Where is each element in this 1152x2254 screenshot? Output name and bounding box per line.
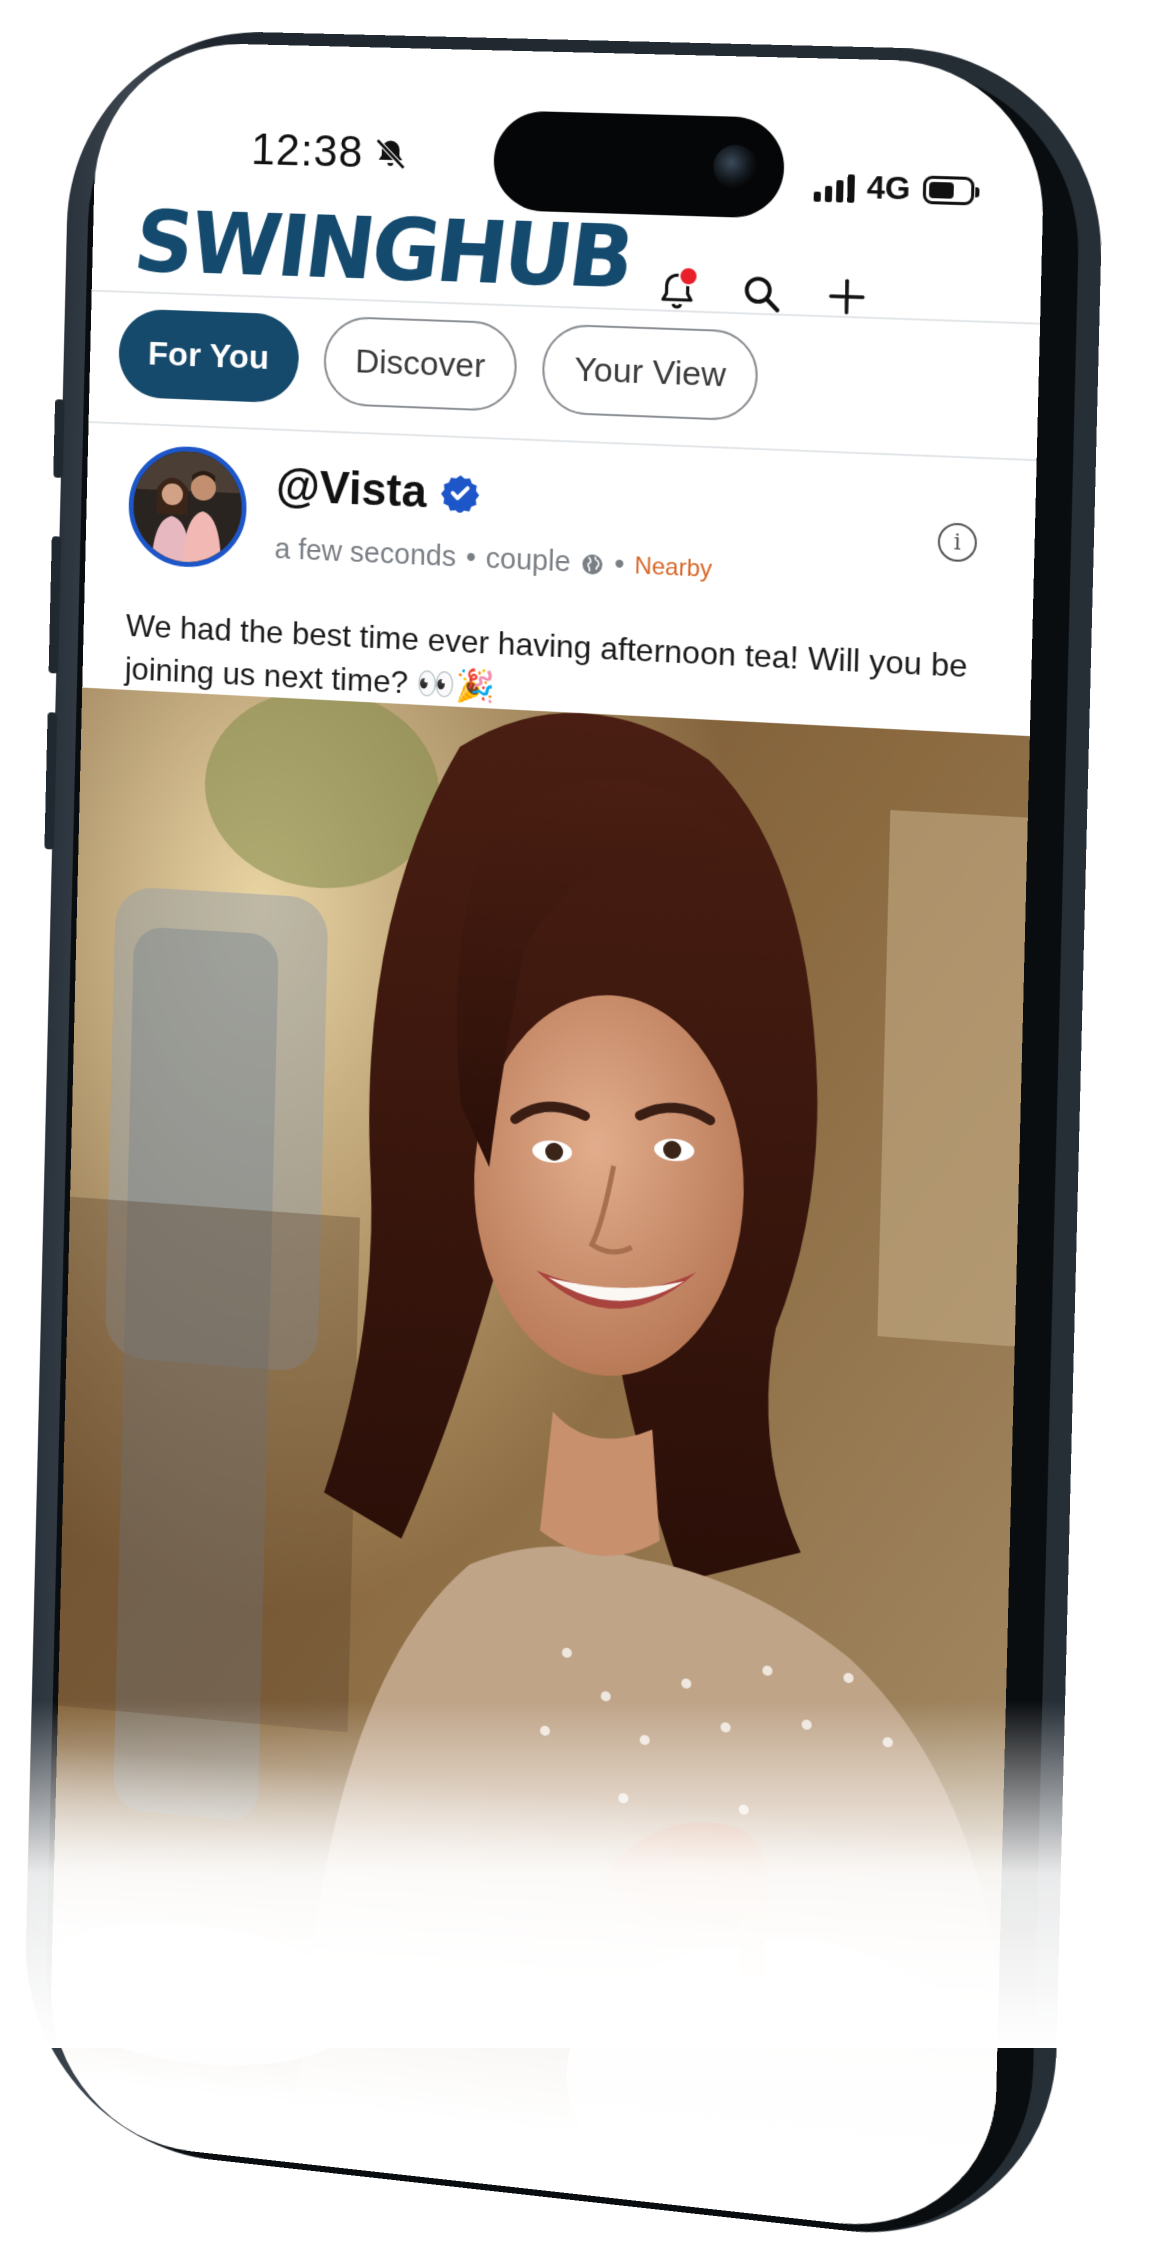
location-label[interactable]: Nearby [634, 552, 712, 584]
tab-discover[interactable]: Discover [322, 315, 518, 413]
silent-mode-icon [373, 136, 409, 173]
volume-down-button [44, 712, 58, 850]
post-meta: a few seconds • couple • Nearby [274, 533, 712, 586]
post-author[interactable]: @Vista [276, 458, 481, 520]
search-button[interactable] [738, 270, 786, 318]
signal-icon [813, 171, 855, 203]
meta-separator-2: • [613, 548, 625, 581]
notifications-button[interactable] [654, 265, 701, 315]
verified-badge-icon [440, 474, 480, 514]
create-post-button[interactable] [823, 273, 871, 321]
bottom-fade-overlay [0, 1700, 1152, 2048]
search-icon [740, 272, 783, 316]
side-button [53, 399, 65, 478]
status-bar-time: 12:38 [251, 125, 409, 179]
network-label: 4G [866, 168, 911, 207]
tab-for-you[interactable]: For You [117, 308, 300, 404]
app-logo[interactable]: SWINGHUB [129, 193, 637, 308]
post-header: @Vista a few seconds • couple • Nearby i [127, 444, 985, 632]
avatar-photo [132, 449, 243, 565]
battery-icon [922, 175, 975, 205]
post-account-type: couple [485, 542, 571, 579]
avatar[interactable] [127, 444, 248, 570]
status-bar-right: 4G [813, 167, 975, 209]
front-camera [712, 144, 759, 190]
meta-separator: • [465, 541, 477, 575]
volume-up-button [48, 536, 62, 674]
post-time: a few seconds [274, 533, 457, 574]
tab-your-view[interactable]: Your View [541, 323, 760, 422]
post-info-button[interactable]: i [937, 522, 978, 563]
clock: 12:38 [250, 125, 364, 178]
device-mockup: 12:38 4G SWINGHUB For You Discover Your … [0, 0, 1152, 2254]
plus-icon [825, 275, 869, 319]
feed-tabs: For You Discover Your View [117, 308, 760, 422]
globe-icon [581, 553, 602, 574]
username[interactable]: @Vista [276, 458, 428, 518]
info-icon: i [953, 529, 962, 556]
dynamic-island [492, 110, 786, 219]
